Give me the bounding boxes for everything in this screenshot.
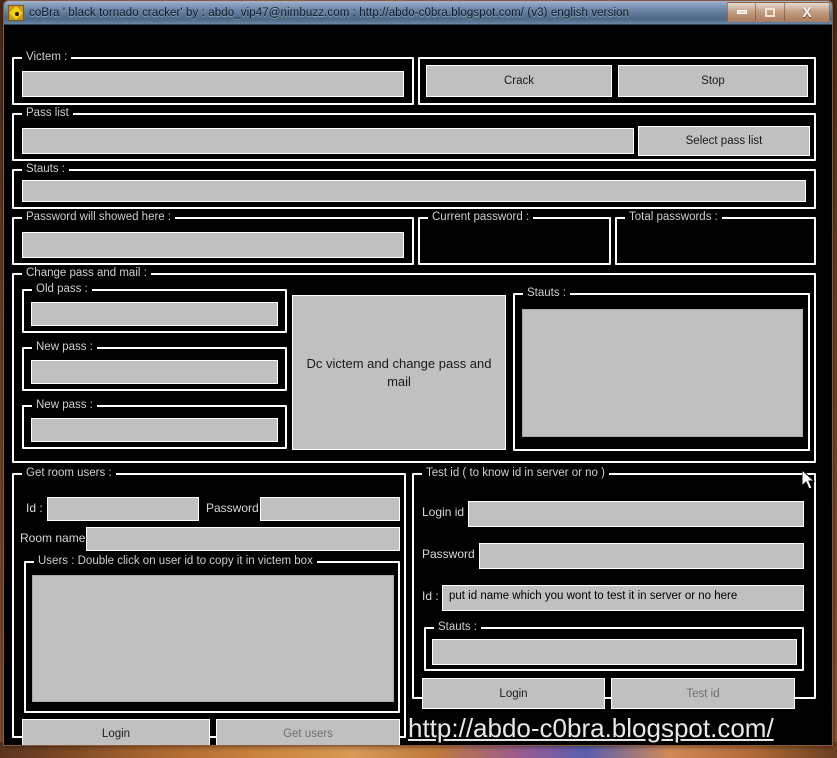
get-room-users-group: Get room users : Id : Password : Room na… xyxy=(12,467,406,745)
current-password-caption: Current password : xyxy=(428,211,534,223)
old-pass-input[interactable] xyxy=(31,302,278,326)
new-pass-1-input[interactable] xyxy=(31,360,278,384)
window-title: coBra ' black tornado cracker' by : abdo… xyxy=(29,6,630,19)
test-login-id-label: Login id : xyxy=(422,505,471,519)
test-id-label: Id : xyxy=(422,589,439,603)
change-pass-and-mail-group: Change pass and mail : Old pass : New pa… xyxy=(12,267,816,463)
cobra-app-icon xyxy=(8,4,24,21)
current-password-group: Current password : xyxy=(418,211,611,265)
victim-group-caption: Victem : xyxy=(22,51,72,63)
test-id-caption: Test id ( to know id in server or no ) xyxy=(422,467,609,479)
test-id-status-caption: Stauts : xyxy=(434,621,481,633)
old-pass-group: Old pass : xyxy=(22,283,287,333)
window-client-area: Victem : Crack Stop Pass list Select pas… xyxy=(4,25,832,745)
change-pass-and-mail-caption: Change pass and mail : xyxy=(22,267,151,279)
room-name-label: Room name : xyxy=(20,531,93,545)
change-pass-status-group: Stauts : xyxy=(513,287,810,451)
room-id-input[interactable] xyxy=(47,497,199,521)
application-window: coBra ' black tornado cracker' by : abdo… xyxy=(3,0,833,746)
room-login-button[interactable]: Login xyxy=(22,719,210,745)
pass-list-group-caption: Pass list xyxy=(22,107,73,119)
users-list-group: Users : Double click on user id to copy … xyxy=(24,555,400,713)
room-id-label: Id : xyxy=(26,501,43,515)
test-id-button[interactable]: Test id xyxy=(611,678,795,709)
total-passwords-group: Total passwords : xyxy=(615,211,816,265)
password-result-group: Password will showed here : xyxy=(12,211,414,265)
close-button[interactable]: X xyxy=(785,2,830,22)
test-login-id-input[interactable] xyxy=(468,501,804,527)
minimize-button[interactable] xyxy=(727,2,756,22)
total-passwords-caption: Total passwords : xyxy=(625,211,722,223)
room-password-label: Password : xyxy=(206,501,266,515)
test-login-button[interactable]: Login xyxy=(422,678,605,709)
new-pass-2-input[interactable] xyxy=(31,418,278,442)
crack-button[interactable]: Crack xyxy=(426,65,612,97)
victim-group: Victem : xyxy=(12,51,414,105)
test-id-status-field[interactable] xyxy=(432,639,797,665)
status-top-caption: Stauts : xyxy=(22,163,69,175)
new-pass-2-group: New pass : xyxy=(22,399,287,449)
victim-input[interactable] xyxy=(22,71,404,97)
test-password-input[interactable] xyxy=(479,543,804,569)
room-name-input[interactable] xyxy=(86,527,400,551)
test-password-label: Password : xyxy=(422,547,482,561)
pass-list-group: Pass list Select pass list xyxy=(12,107,816,161)
password-result-caption: Password will showed here : xyxy=(22,211,176,223)
test-id-group: Test id ( to know id in server or no ) L… xyxy=(412,467,816,709)
old-pass-caption: Old pass : xyxy=(32,283,92,295)
users-listbox[interactable] xyxy=(32,575,394,702)
password-result-field[interactable] xyxy=(22,232,404,258)
test-id-status-group: Stauts : xyxy=(424,621,804,671)
new-pass-1-group: New pass : xyxy=(22,341,287,391)
stop-button[interactable]: Stop xyxy=(618,65,808,97)
users-list-caption: Users : Double click on user id to copy … xyxy=(34,555,317,567)
pass-list-path-input[interactable] xyxy=(22,128,634,154)
select-pass-list-button[interactable]: Select pass list xyxy=(638,126,810,156)
change-pass-status-list[interactable] xyxy=(522,309,803,437)
crack-actions-group: Crack Stop xyxy=(418,57,816,105)
get-users-button[interactable]: Get users xyxy=(216,719,400,745)
change-pass-status-caption: Stauts : xyxy=(523,287,570,299)
dc-victim-change-pass-and-mail-button[interactable]: Dc victem and change pass and mail xyxy=(292,295,506,450)
maximize-icon xyxy=(765,7,775,17)
new-pass-2-caption: New pass : xyxy=(32,399,97,411)
window-controls: X xyxy=(727,2,830,23)
test-id-input[interactable]: put id name which you wont to test it in… xyxy=(442,585,804,611)
window-titlebar[interactable]: coBra ' black tornado cracker' by : abdo… xyxy=(4,1,832,25)
blog-url-link[interactable]: http://abdo-c0bra.blogspot.com/ xyxy=(408,713,774,744)
minimize-icon xyxy=(736,10,747,14)
room-password-input[interactable] xyxy=(260,497,400,521)
close-icon: X xyxy=(802,4,812,20)
status-top-field[interactable] xyxy=(22,180,806,202)
maximize-button[interactable] xyxy=(756,2,785,22)
status-top-group: Stauts : xyxy=(12,163,816,209)
new-pass-1-caption: New pass : xyxy=(32,341,97,353)
get-room-users-caption: Get room users : xyxy=(22,467,116,479)
